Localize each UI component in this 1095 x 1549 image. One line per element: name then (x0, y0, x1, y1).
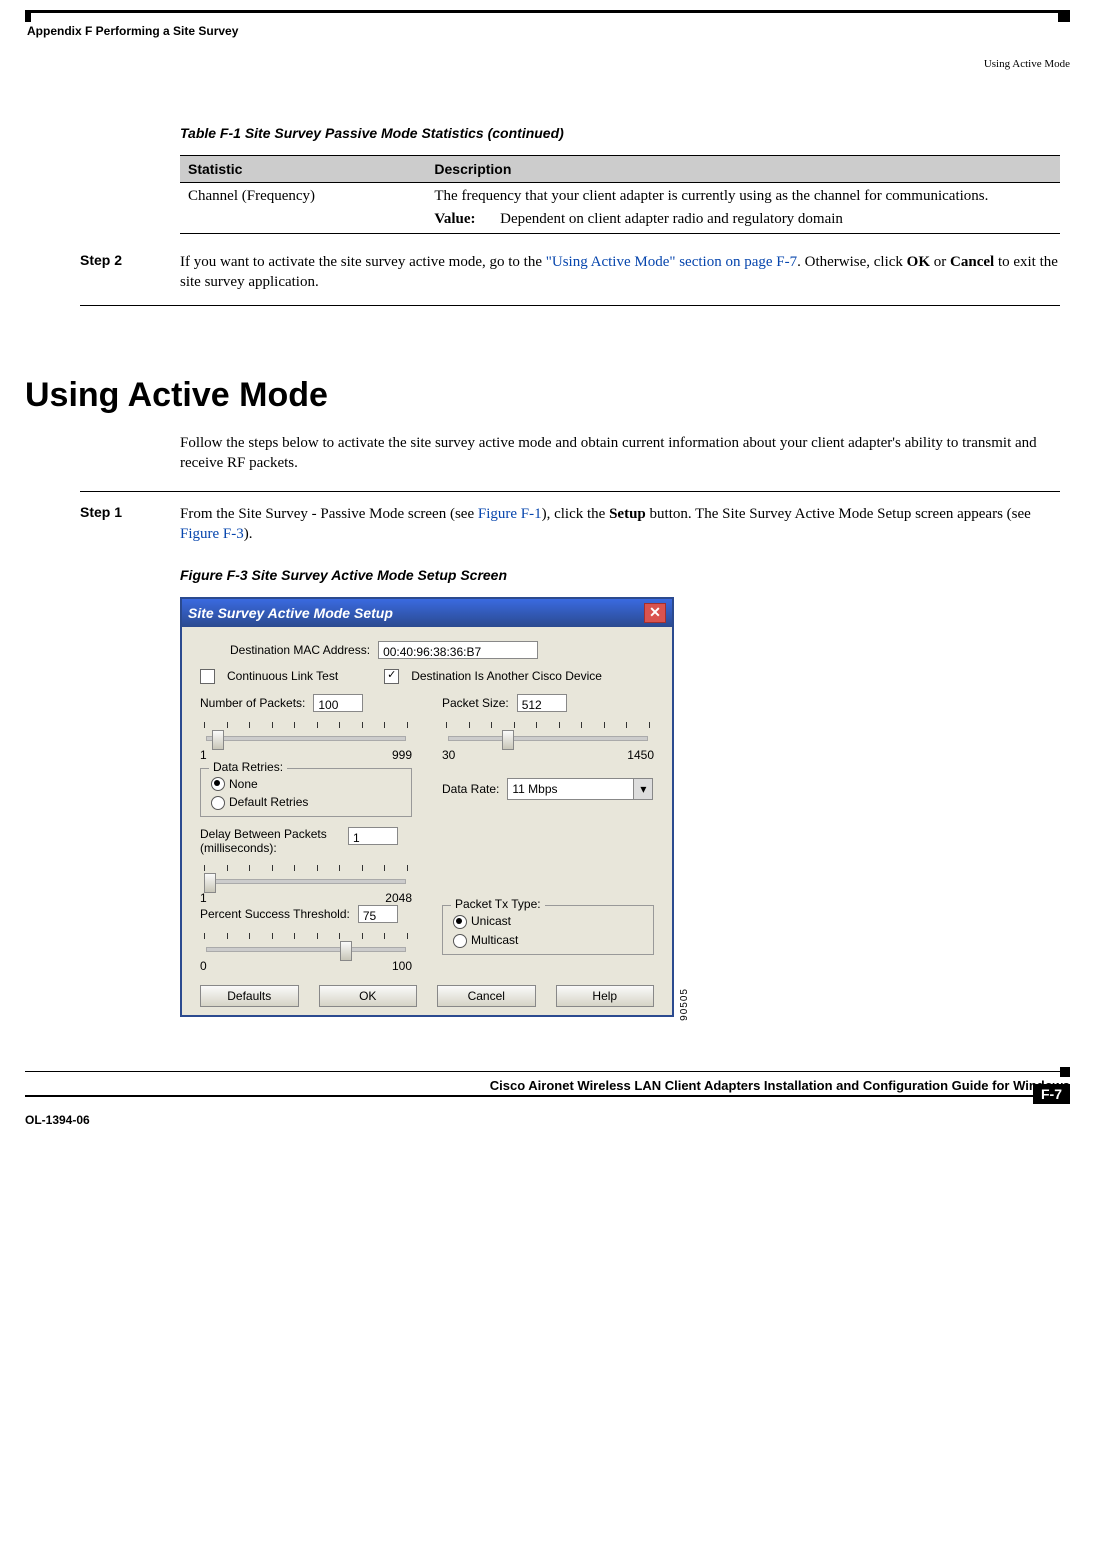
button-help[interactable]: Help (556, 985, 655, 1007)
label-dest-mac: Destination MAC Address: (230, 643, 370, 657)
input-pct[interactable]: 75 (358, 905, 398, 923)
page-number: F-7 (1033, 1084, 1070, 1104)
label-dest-cisco: Destination Is Another Cisco Device (411, 669, 602, 683)
step1-label: Step 1 (80, 504, 180, 545)
footer-title: Cisco Aironet Wireless LAN Client Adapte… (25, 1078, 1070, 1093)
dialog-site-survey-setup: Site Survey Active Mode Setup ✕ Destinat… (180, 597, 674, 1018)
input-dest-mac[interactable]: 00:40:96:38:36:B7 (378, 641, 538, 659)
value-text: Dependent on client adapter radio and re… (500, 211, 1048, 228)
slider-delay[interactable]: 12048 (200, 865, 412, 905)
link-figure-f1[interactable]: Figure F-1 (478, 506, 542, 522)
slider-pct[interactable]: 0100 (200, 933, 412, 973)
footer-doc: OL-1394-06 (25, 1113, 90, 1127)
button-cancel[interactable]: Cancel (437, 985, 536, 1007)
dialog-title: Site Survey Active Mode Setup (188, 605, 393, 621)
radio-unicast[interactable] (453, 915, 467, 929)
button-ok[interactable]: OK (319, 985, 418, 1007)
cell-desc: The frequency that your client adapter i… (426, 183, 1060, 234)
checkbox-continuous-link[interactable] (200, 669, 215, 684)
step1-text: From the Site Survey - Passive Mode scre… (180, 504, 1060, 545)
label-packet-size: Packet Size: (442, 696, 509, 710)
input-num-packets[interactable]: 100 (313, 694, 363, 712)
th-statistic: Statistic (180, 156, 426, 183)
button-defaults[interactable]: Defaults (200, 985, 299, 1007)
figure-caption: Figure F-3 Site Survey Active Mode Setup… (180, 567, 1060, 583)
label-num-packets: Number of Packets: (200, 696, 305, 710)
group-data-retries: Data Retries: None Default Retries (200, 768, 412, 818)
image-number: 90505 (679, 988, 690, 1021)
combo-data-rate[interactable]: 11 Mbps ▾ (507, 778, 653, 800)
link-figure-f3[interactable]: Figure F-3 (180, 526, 244, 542)
chevron-down-icon: ▾ (633, 779, 652, 799)
label-pct: Percent Success Threshold: (200, 907, 350, 921)
radio-retries-none[interactable] (211, 777, 225, 791)
value-label: Value: (434, 211, 496, 228)
table-caption: Table F-1 Site Survey Passive Mode Stati… (180, 125, 1060, 141)
link-active-mode[interactable]: "Using Active Mode" section on page F-7 (546, 254, 797, 270)
legend-tx-type: Packet Tx Type: (451, 897, 545, 911)
header-section: Using Active Mode (25, 58, 1070, 70)
desc-text: The frequency that your client adapter i… (434, 188, 988, 204)
slider-num-packets[interactable]: 1999 (200, 722, 412, 762)
table-row: Channel (Frequency) The frequency that y… (180, 183, 1060, 234)
intro-text: Follow the steps below to activate the s… (180, 433, 1060, 474)
input-packet-size[interactable]: 512 (517, 694, 567, 712)
th-description: Description (426, 156, 1060, 183)
close-icon[interactable]: ✕ (644, 603, 666, 623)
label-continuous-link: Continuous Link Test (227, 669, 338, 683)
radio-retries-default[interactable] (211, 796, 225, 810)
label-data-rate: Data Rate: (442, 782, 499, 796)
step2-label: Step 2 (80, 252, 180, 293)
label-delay: Delay Between Packets (milliseconds): (200, 827, 340, 855)
stats-table: Statistic Description Channel (Frequency… (180, 155, 1060, 234)
cell-stat: Channel (Frequency) (180, 183, 426, 234)
group-tx-type: Packet Tx Type: Unicast Multicast (442, 905, 654, 955)
section-heading: Using Active Mode (25, 376, 1060, 415)
step2-text: If you want to activate the site survey … (180, 252, 1060, 293)
input-delay[interactable]: 1 (348, 827, 398, 845)
checkbox-dest-cisco[interactable]: ✓ (384, 669, 399, 684)
radio-multicast[interactable] (453, 934, 467, 948)
legend-data-retries: Data Retries: (209, 760, 287, 774)
slider-packet-size[interactable]: 301450 (442, 722, 654, 762)
